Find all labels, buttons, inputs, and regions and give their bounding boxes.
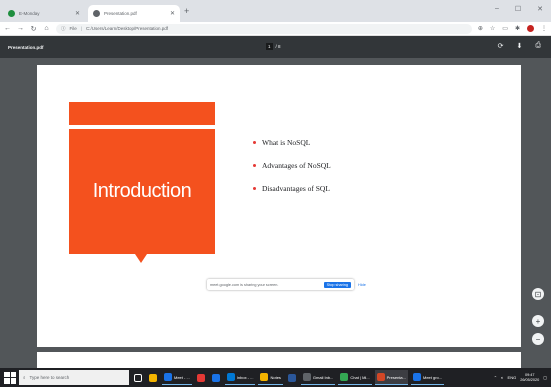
taskbar-item[interactable]: Inbox - ...	[224, 370, 256, 385]
task-view-icon[interactable]	[132, 370, 144, 385]
profile-avatar[interactable]	[527, 25, 534, 32]
cast-icon[interactable]: ▭	[502, 25, 508, 32]
window-controls: – ☐ ✕	[495, 5, 543, 13]
slide-bullet-list: What is NoSQL Advantages of NoSQL Disadv…	[253, 138, 331, 207]
slide-title-bar	[69, 102, 215, 125]
address-bar[interactable]: ⓘ File | C:/Users/Learn/Desktop/Presenta…	[56, 23, 472, 34]
slide-heading: Introduction	[92, 180, 192, 202]
tab-strip: E-Monday ✕ Presentation.pdf ✕ + – ☐ ✕	[0, 0, 551, 22]
clock-date: 26/05/2020	[520, 377, 540, 382]
taskbar-item[interactable]: Gmail Inb...	[300, 370, 336, 385]
app-icon	[302, 373, 311, 381]
tab-favicon	[8, 10, 15, 17]
bullet-text: What is NoSQL	[262, 138, 311, 147]
tab-favicon	[93, 10, 100, 17]
app-icon	[164, 373, 172, 381]
volume-icon[interactable]: 🔈︎	[501, 375, 503, 380]
app-icon	[376, 373, 385, 381]
print-icon[interactable]: ⎙	[535, 42, 541, 50]
bullet-text: Disadvantages of SQL	[262, 184, 330, 193]
bullet-icon	[253, 187, 256, 190]
menu-icon[interactable]: ⋮	[541, 25, 547, 32]
clock[interactable]: 09:47 26/05/2020	[520, 373, 539, 383]
slide-title-box: Introduction	[69, 129, 215, 254]
bookmark-star-icon[interactable]: ☆	[490, 25, 495, 32]
home-icon[interactable]: ⌂	[43, 25, 50, 32]
share-message: meet.google.com is sharing your screen.	[210, 282, 279, 287]
taskbar: ⌕ Type here to search Meet - ... Inbox -…	[0, 368, 551, 387]
fit-page-icon[interactable]: ⊡	[532, 288, 544, 300]
app-icon	[340, 373, 349, 381]
reload-icon[interactable]: ↻	[30, 25, 37, 33]
chevron-up-icon[interactable]: ⌃	[494, 375, 497, 380]
bullet-text: Advantages of NoSQL	[262, 161, 331, 170]
maximize-icon[interactable]: ☐	[515, 5, 521, 13]
page-number-input[interactable]: 1	[266, 43, 273, 50]
slide-page: Introduction What is NoSQL Advantages of…	[37, 65, 521, 347]
screen-share-bar: meet.google.com is sharing your screen. …	[207, 279, 366, 290]
pdf-actions: ⟳ ⬇ ⎙	[498, 42, 541, 50]
pdf-filename: Presentation.pdf	[8, 44, 44, 50]
taskbar-search[interactable]: ⌕ Type here to search	[19, 370, 129, 385]
tray-language[interactable]: ENG	[508, 375, 517, 380]
download-icon[interactable]: ⬇	[517, 42, 523, 50]
close-tab-icon[interactable]: ✕	[170, 10, 175, 17]
bullet-item: What is NoSQL	[253, 138, 331, 147]
tab-title: Presentation.pdf	[104, 11, 137, 16]
taskbar-item[interactable]: Meet - ...	[162, 370, 192, 385]
taskbar-item[interactable]: Chat | Mi...	[338, 370, 372, 385]
taskbar-item[interactable]	[210, 370, 222, 385]
address-path: C:/Users/Learn/Desktop/Presentation.pdf	[85, 26, 168, 31]
close-tab-icon[interactable]: ✕	[75, 10, 80, 17]
taskbar-item[interactable]: Presenta...	[374, 370, 408, 385]
back-icon[interactable]: ←	[4, 25, 11, 32]
callout-pointer	[135, 254, 147, 263]
tab-presentation[interactable]: Presentation.pdf ✕	[88, 5, 180, 22]
taskbar-item[interactable]: Notes	[258, 370, 283, 385]
forward-icon[interactable]: →	[17, 25, 24, 32]
app-icon	[196, 373, 205, 382]
search-placeholder: Type here to search	[29, 375, 70, 380]
info-icon[interactable]: ⓘ	[61, 26, 66, 32]
page-indicator: 1 / 8	[266, 43, 281, 50]
zoom-icon[interactable]: ⊕	[478, 25, 483, 32]
bullet-item: Disadvantages of SQL	[253, 184, 331, 193]
windows-start-icon[interactable]	[4, 371, 16, 384]
pdf-toolbar: Presentation.pdf 1 / 8 ⟳ ⬇ ⎙	[0, 36, 551, 58]
tab-title: E-Monday	[19, 11, 40, 16]
bullet-icon	[253, 141, 256, 144]
address-separator: |	[80, 26, 82, 31]
address-scheme: File	[69, 26, 77, 31]
extensions-icon[interactable]: ✱	[515, 25, 520, 32]
toolbar-icons: ⊕ ☆ ▭ ✱ ⋮	[478, 25, 547, 32]
app-icon	[412, 373, 421, 381]
system-tray: ⌃ 🔈︎ ENG 09:47 26/05/2020 ▢	[494, 373, 547, 383]
zoom-in-icon[interactable]: +	[532, 315, 544, 327]
minimize-icon[interactable]: –	[495, 5, 499, 13]
app-icon	[226, 373, 235, 381]
notification-icon[interactable]: ▢	[543, 375, 547, 380]
new-tab-button[interactable]: +	[184, 7, 189, 16]
bullet-icon	[253, 164, 256, 167]
taskbar-item[interactable]: Meet gro...	[410, 370, 445, 385]
taskbar-item[interactable]	[286, 370, 298, 385]
next-slide-page	[37, 352, 521, 368]
app-icon	[260, 373, 269, 381]
hide-button[interactable]: Hide	[358, 283, 366, 287]
pdf-viewer[interactable]: Introduction What is NoSQL Advantages of…	[0, 58, 551, 368]
close-window-icon[interactable]: ✕	[537, 5, 543, 13]
bullet-item: Advantages of NoSQL	[253, 161, 331, 170]
app-icon	[287, 373, 296, 382]
page-total: / 8	[275, 44, 281, 49]
zoom-out-icon[interactable]: −	[532, 333, 544, 345]
rotate-icon[interactable]: ⟳	[498, 42, 504, 50]
taskbar-item[interactable]	[195, 370, 207, 385]
tab-e-monday[interactable]: E-Monday ✕	[3, 5, 85, 22]
browser-toolbar: ← → ↻ ⌂ ⓘ File | C:/Users/Learn/Desktop/…	[0, 22, 551, 36]
stop-sharing-button[interactable]: Stop sharing	[323, 281, 351, 288]
file-explorer-icon[interactable]	[147, 370, 159, 385]
search-icon: ⌕	[23, 375, 26, 380]
app-icon	[211, 373, 220, 382]
